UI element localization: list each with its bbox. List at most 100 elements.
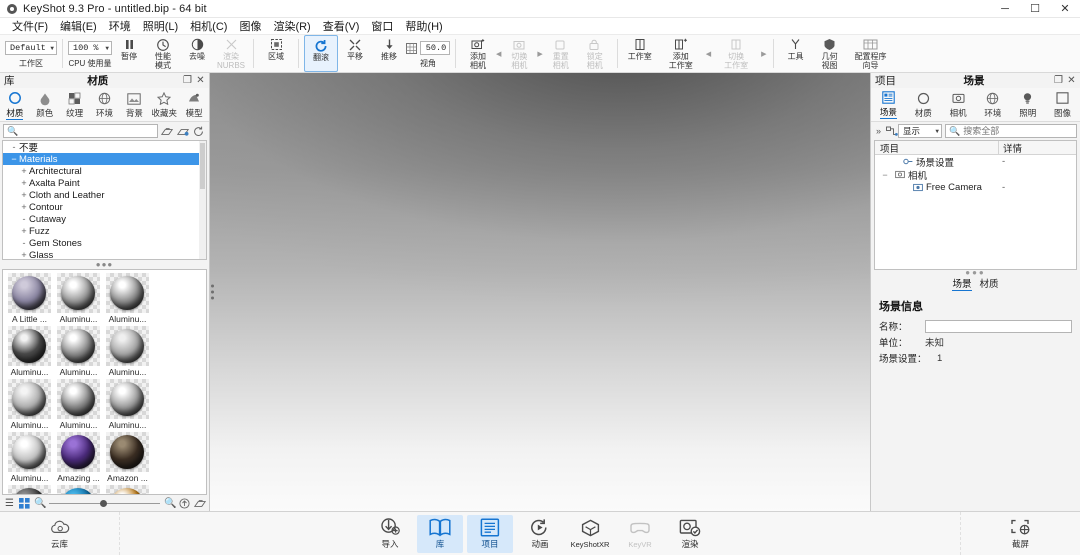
project-tab-environment[interactable]: 环境: [975, 88, 1010, 121]
tree-item-materials[interactable]: −Materials: [3, 153, 206, 165]
denoise-button[interactable]: 去噪: [180, 35, 214, 72]
expander-icon[interactable]: +: [19, 190, 29, 200]
menu-environment[interactable]: 环境: [103, 17, 137, 35]
material-swatch[interactable]: Anodiz...: [54, 485, 103, 495]
material-swatch[interactable]: Aluminu...: [54, 379, 103, 430]
project-tab-material[interactable]: 材质: [906, 88, 941, 121]
expander-icon[interactable]: +: [19, 178, 29, 188]
expander-icon[interactable]: +: [19, 250, 29, 260]
library-splitter-grip[interactable]: ●●●: [0, 260, 209, 269]
project-tab-image[interactable]: 图像: [1045, 88, 1080, 121]
material-swatch[interactable]: Aluminu...: [5, 326, 54, 377]
library-tab-backgrounds[interactable]: 背景: [119, 88, 149, 121]
list-view-icon[interactable]: ☰: [4, 498, 15, 509]
expander-icon[interactable]: +: [19, 202, 29, 212]
library-search-box[interactable]: 🔍: [3, 124, 158, 138]
upload-icon[interactable]: [179, 498, 190, 509]
material-thumbnail[interactable]: [8, 326, 51, 366]
tree-item-0[interactable]: -不要: [3, 141, 206, 153]
tree-item-fuzz[interactable]: +Fuzz: [3, 225, 206, 237]
tree-item-contour[interactable]: +Contour: [3, 201, 206, 213]
dolly-button[interactable]: 推移: [372, 35, 406, 72]
next-camera-arrow-icon[interactable]: ▶: [536, 50, 543, 58]
menu-render[interactable]: 渲染(R): [267, 17, 316, 35]
project-tab-lighting[interactable]: 照明: [1010, 88, 1045, 121]
zoom-in-icon[interactable]: 🔍: [164, 498, 175, 509]
material-swatch[interactable]: Amazon ...: [103, 432, 152, 483]
material-thumbnail[interactable]: [106, 485, 149, 495]
library-tab-colors[interactable]: 颜色: [30, 88, 60, 121]
pan-button[interactable]: 平移: [338, 35, 372, 72]
sub-tab-material[interactable]: 材质: [980, 276, 999, 291]
material-thumbnail[interactable]: [57, 432, 100, 472]
material-thumbnail[interactable]: [106, 379, 149, 419]
library-tab-textures[interactable]: 纹理: [60, 88, 90, 121]
workspace-selector[interactable]: Default ▼ 工作区: [5, 35, 57, 72]
material-swatch[interactable]: Aluminu...: [103, 379, 152, 430]
tools-button[interactable]: 工具: [779, 35, 813, 72]
library-tab-models[interactable]: 模型: [179, 88, 209, 121]
performance-mode-button[interactable]: 性能 模式: [146, 35, 180, 72]
tree-item-gem-stones[interactable]: -Gem Stones: [3, 237, 206, 249]
sub-tab-scene[interactable]: 场景: [952, 276, 971, 291]
library-refresh-icon[interactable]: [193, 126, 206, 137]
menu-window[interactable]: 窗口: [365, 17, 399, 35]
expander-icon[interactable]: -: [9, 142, 19, 152]
material-swatch[interactable]: Aluminu...: [54, 326, 103, 377]
library-float-icon[interactable]: ❐: [181, 75, 194, 86]
material-grid[interactable]: A Little ...Aluminu...Aluminu...Aluminu.…: [2, 269, 207, 495]
scene-tree-row-scene-set[interactable]: 场景设置 -: [875, 155, 1076, 168]
library-tab-materials[interactable]: 材质: [0, 88, 30, 121]
next-studio-arrow-icon[interactable]: ▶: [760, 50, 767, 58]
project-search-input[interactable]: [963, 126, 1076, 136]
project-search-box[interactable]: 🔍: [945, 124, 1077, 138]
fov-field[interactable]: 50.0 视角: [406, 35, 450, 72]
studio-button[interactable]: 工作室: [623, 35, 657, 72]
expander-icon[interactable]: -: [19, 214, 29, 224]
tree-item-glass[interactable]: +Glass: [3, 249, 206, 260]
menu-file[interactable]: 文件(F): [6, 17, 54, 35]
screenshot-button[interactable]: 截屏: [998, 515, 1044, 553]
viewport-left-grip[interactable]: [211, 285, 214, 300]
cloud-library-button[interactable]: 云库: [37, 515, 83, 553]
library-category-tree[interactable]: -不要 −Materials +Architectural +Axalta Pa…: [2, 140, 207, 260]
keyshotxr-button[interactable]: KeyShotXR: [567, 515, 613, 553]
material-thumbnail[interactable]: [106, 326, 149, 366]
material-swatch[interactable]: Amazing ...: [54, 432, 103, 483]
material-thumbnail[interactable]: [8, 273, 51, 313]
menu-view[interactable]: 查看(V): [317, 17, 366, 35]
project-tab-scene[interactable]: 场景: [871, 88, 906, 121]
material-swatch[interactable]: Aluminu...: [5, 379, 54, 430]
project-close-icon[interactable]: ✕: [1065, 75, 1078, 86]
material-thumbnail[interactable]: [8, 432, 51, 472]
menu-image[interactable]: 图像: [233, 17, 267, 35]
add-studio-button[interactable]: 添加 工作室: [657, 35, 705, 72]
slider-knob[interactable]: [100, 500, 107, 507]
grid-view-icon[interactable]: [19, 498, 30, 509]
material-swatch[interactable]: Aluminu...: [103, 273, 152, 324]
menu-edit[interactable]: 编辑(E): [54, 17, 103, 35]
pause-button[interactable]: 暂停: [112, 35, 146, 72]
project-tab-camera[interactable]: 相机: [941, 88, 976, 121]
expander-icon[interactable]: +: [19, 226, 29, 236]
material-swatch[interactable]: A Little ...: [5, 273, 54, 324]
prev-studio-arrow-icon[interactable]: ◀: [705, 50, 712, 58]
library-import-icon[interactable]: [161, 126, 174, 137]
tree-item-cloth-and-leather[interactable]: +Cloth and Leather: [3, 189, 206, 201]
expander-icon[interactable]: −: [9, 154, 19, 164]
scene-tree-row-cameras[interactable]: − 相机: [875, 168, 1076, 181]
project-button[interactable]: 项目: [467, 515, 513, 553]
library-folder-add-icon[interactable]: [177, 126, 190, 137]
expander-icon[interactable]: +: [19, 166, 29, 176]
menu-lighting[interactable]: 照明(L): [137, 17, 184, 35]
library-button[interactable]: 库: [417, 515, 463, 553]
maximize-button[interactable]: ☐: [1020, 0, 1050, 18]
scene-info-name-input[interactable]: [925, 320, 1072, 333]
library-search-input[interactable]: [21, 126, 157, 136]
filter-tree-icon[interactable]: [886, 126, 895, 137]
tumble-button[interactable]: 翻滚: [304, 35, 338, 72]
material-swatch[interactable]: Aluminu...: [54, 273, 103, 324]
render-button[interactable]: 渲染: [667, 515, 713, 553]
expander-icon[interactable]: −: [879, 170, 891, 180]
library-tab-environments[interactable]: 环境: [90, 88, 120, 121]
